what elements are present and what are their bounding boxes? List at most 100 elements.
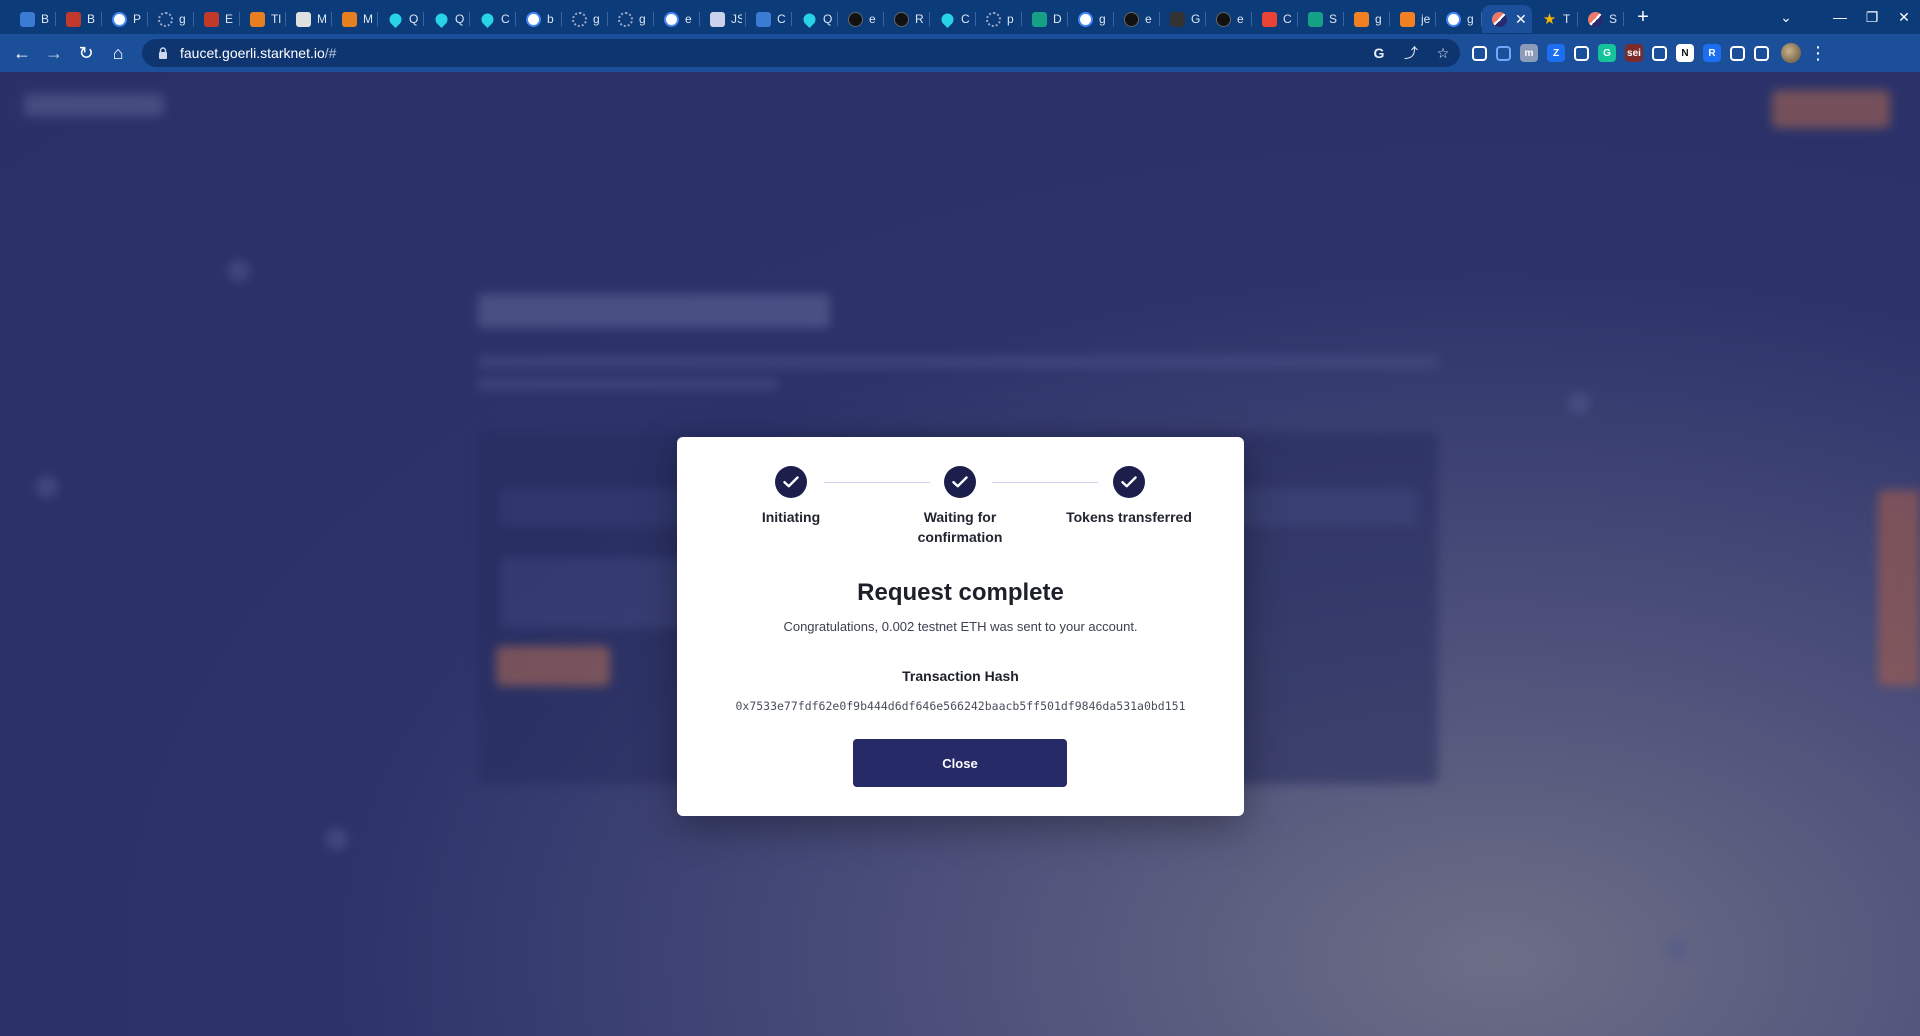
browser-tab[interactable]: e — [654, 5, 700, 33]
progress-stepper: Initiating Waiting for confirmation Toke… — [677, 466, 1244, 556]
tab-title: M — [363, 12, 373, 26]
starknet-icon — [1492, 11, 1507, 27]
browser-tab[interactable]: je — [1390, 5, 1436, 33]
lock-icon[interactable] — [156, 46, 170, 60]
tab-title: g — [639, 12, 646, 26]
square-icon — [1032, 11, 1047, 27]
r-icon[interactable]: R — [1703, 44, 1721, 62]
mail-icon — [296, 11, 311, 27]
snake-icon[interactable] — [1496, 45, 1511, 61]
browser-tab[interactable]: e — [1206, 5, 1252, 33]
feedback-tab — [1878, 490, 1920, 686]
browser-tab[interactable]: p — [976, 5, 1022, 33]
z-icon[interactable]: Z — [1547, 44, 1565, 62]
close-window-button[interactable]: ✕ — [1888, 9, 1920, 26]
browser-tab[interactable]: Tl — [240, 5, 286, 33]
send-request-button — [496, 646, 610, 686]
browser-tab[interactable]: B — [56, 5, 102, 33]
tab-title: C — [1283, 12, 1292, 26]
browser-tab[interactable]: Q — [378, 5, 424, 33]
tab-title: JS — [731, 12, 742, 26]
tab-title: C — [777, 12, 786, 26]
tab-title: e — [1237, 12, 1244, 26]
browser-tab[interactable]: g — [1068, 5, 1114, 33]
browser-tab[interactable]: g — [562, 5, 608, 33]
url-path: /# — [324, 45, 337, 61]
connect-button — [1772, 90, 1890, 128]
grammarly-icon[interactable]: G — [1598, 44, 1616, 62]
browser-tab[interactable]: e — [838, 5, 884, 33]
stack-icon — [1354, 11, 1369, 27]
home-button[interactable]: ⌂ — [102, 37, 134, 69]
close-button[interactable]: Close — [853, 739, 1067, 787]
tab-title: Q — [823, 12, 833, 26]
share-icon[interactable]: ⤴ — [1402, 43, 1420, 63]
browser-tab[interactable]: ★ T — [1532, 5, 1578, 33]
browser-menu-icon[interactable]: ⋮ — [1809, 43, 1827, 64]
sei-icon[interactable]: sei — [1625, 44, 1643, 62]
step-label: Tokens transferred — [1066, 509, 1192, 525]
decorative-dot — [326, 828, 348, 850]
tab-title: P — [133, 12, 142, 26]
new-tab-button[interactable]: + — [1628, 6, 1658, 29]
drop-icon — [479, 10, 496, 28]
google-lens-icon[interactable]: G — [1370, 45, 1388, 61]
browser-tab[interactable]: S — [1578, 5, 1624, 33]
browser-tab[interactable]: C — [1252, 5, 1298, 33]
profile-avatar[interactable] — [1781, 43, 1801, 63]
paw-icon[interactable] — [1574, 45, 1589, 61]
browser-tab[interactable]: Q — [792, 5, 838, 33]
browser-tab[interactable]: g — [1344, 5, 1390, 33]
tab-title: e — [685, 12, 692, 26]
transaction-hash-value[interactable]: 0x7533e77fdf62e0f9b444d6df646e566242baac… — [677, 699, 1244, 713]
browser-tab[interactable]: D — [1022, 5, 1068, 33]
browser-tab[interactable]: B — [10, 5, 56, 33]
browser-tab[interactable]: g — [1436, 5, 1482, 33]
notion-icon[interactable]: N — [1676, 44, 1694, 62]
browser-tab[interactable]: g — [608, 5, 654, 33]
puzzle-icon[interactable] — [1730, 45, 1745, 61]
restore-button[interactable]: ❐ — [1856, 9, 1888, 26]
bookmark-star-icon[interactable]: ☆ — [1434, 45, 1452, 62]
tab-title: Q — [409, 12, 419, 26]
browser-tab[interactable]: P — [102, 5, 148, 33]
browser-tab[interactable]: Q — [424, 5, 470, 33]
step-initiating: Initiating — [711, 466, 871, 527]
tab-active[interactable]: ✕ — [1482, 5, 1532, 33]
github-icon — [1124, 11, 1139, 27]
browser-tab[interactable]: C — [746, 5, 792, 33]
decorative-dot — [1568, 392, 1590, 414]
back-button[interactable]: ← — [6, 37, 38, 69]
tab-title: M — [317, 12, 327, 26]
browser-tab[interactable]: S — [1298, 5, 1344, 33]
browser-tab[interactable]: M — [286, 5, 332, 33]
wallet-icon[interactable] — [1472, 45, 1487, 61]
tab-close-icon[interactable]: ✕ — [1515, 11, 1527, 28]
forward-button[interactable]: → — [38, 37, 70, 69]
fox-icon — [250, 11, 265, 27]
minimize-button[interactable]: — — [1824, 9, 1856, 25]
google-icon — [526, 11, 541, 27]
tab-search-button[interactable]: ⌄ — [1770, 9, 1802, 26]
browser-tab[interactable]: M — [332, 5, 378, 33]
m-icon[interactable]: m — [1520, 44, 1538, 62]
browser-tab[interactable]: E — [194, 5, 240, 33]
request-complete-dialog: Initiating Waiting for confirmation Toke… — [677, 437, 1244, 816]
stack-icon — [1400, 11, 1415, 27]
tab-title: C — [501, 12, 510, 26]
sidepanel-icon[interactable] — [1754, 45, 1769, 61]
columns-icon[interactable] — [1652, 45, 1667, 61]
browser-tab[interactable]: e — [1114, 5, 1160, 33]
address-bar[interactable]: faucet.goerli.starknet.io/# G ⤴ ☆ — [142, 39, 1460, 67]
browser-tab[interactable]: G — [1160, 5, 1206, 33]
browser-tab[interactable]: g — [148, 5, 194, 33]
tab-title: je — [1421, 12, 1431, 26]
browser-tab[interactable]: JS — [700, 5, 746, 33]
browser-tab[interactable]: C — [470, 5, 516, 33]
url-text[interactable]: faucet.goerli.starknet.io/# — [180, 45, 336, 61]
browser-tab[interactable]: C — [930, 5, 976, 33]
reload-button[interactable]: ↻ — [70, 37, 102, 69]
browser-tab[interactable]: b — [516, 5, 562, 33]
browser-tab[interactable]: R — [884, 5, 930, 33]
step-label: Initiating — [761, 509, 821, 525]
